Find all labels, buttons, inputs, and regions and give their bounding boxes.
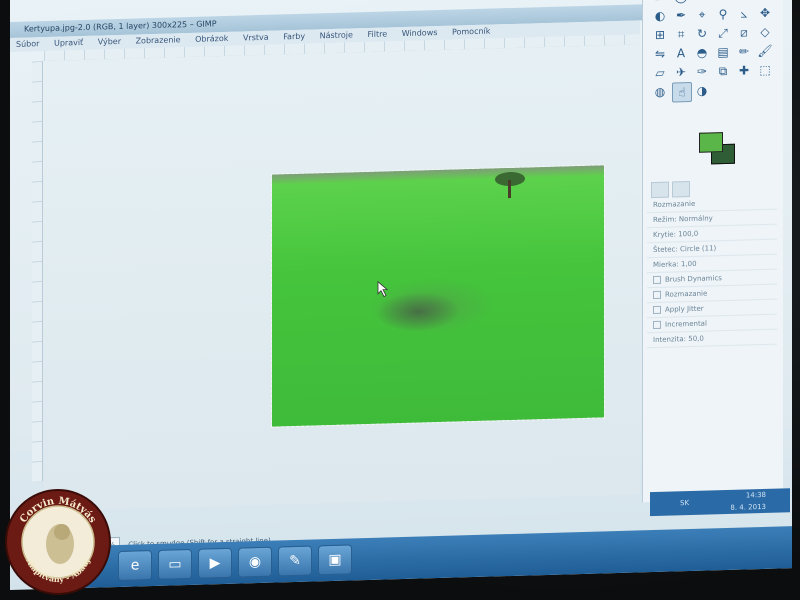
rate-value[interactable]: 50,0 [688, 335, 704, 343]
checkbox-3[interactable] [653, 305, 661, 315]
vertical-ruler[interactable] [32, 61, 43, 482]
image-canvas[interactable] [271, 164, 605, 428]
fg-bg-colors[interactable] [695, 132, 735, 169]
tab-device-status[interactable] [672, 181, 690, 198]
smudge-icon[interactable]: ☝ [672, 81, 692, 103]
firefox-icon[interactable]: ◉ [238, 546, 272, 578]
gimp-window-icon[interactable]: ▣ [318, 544, 352, 576]
check-label-1: Brush Dynamics [665, 274, 722, 284]
checkbox-4[interactable] [653, 320, 661, 330]
color-select-icon[interactable]: ◈ [735, 0, 753, 4]
checkbox-1[interactable] [653, 275, 661, 285]
ellipse-select-icon[interactable]: ◯ [672, 0, 690, 6]
cursor-icon [377, 280, 389, 298]
brush-value[interactable]: Circle (11) [680, 244, 716, 253]
rect-select-icon[interactable]: ▭ [651, 0, 669, 6]
menu-edit[interactable]: Upraviť [48, 36, 89, 51]
text-icon[interactable]: A [672, 44, 690, 63]
lasso-icon[interactable]: ℓ [693, 0, 711, 5]
check-label-3: Apply Jitter [665, 304, 704, 314]
tray-date: 8. 4. 2013 [730, 502, 766, 512]
scale-value[interactable]: 1,00 [681, 260, 697, 268]
foreground-select-icon[interactable]: ◐ [651, 7, 669, 26]
tool-grid: ▭◯ℓ✦◈✂ ◐✒⌖⚲⦣✥ ⊞⌗↻⤢⧄◇ ⇋A◓▤✏🖌 ▱✈✑⧉✚⬚ ◍☝◑ [651, 0, 775, 103]
tab-tool-options[interactable] [651, 181, 669, 199]
toolbox-panel: ▭◯ℓ✦◈✂ ◐✒⌖⚲⦣✥ ⊞⌗↻⤢⧄◇ ⇋A◓▤✏🖌 ▱✈✑⧉✚⬚ ◍☝◑ Rozmaz… [642, 0, 783, 503]
watermark-logo: Corvin Mátyás Alapítvány - Abaúj [5, 489, 111, 595]
blur-icon[interactable]: ◍ [651, 83, 669, 102]
menu-filters[interactable]: Filtre [362, 27, 394, 42]
ie-icon[interactable]: e [118, 550, 152, 581]
heal-icon[interactable]: ✚ [735, 61, 753, 80]
perspective-icon[interactable]: ◇ [756, 23, 774, 42]
flip-icon[interactable]: ⇋ [651, 45, 669, 64]
tree-image [495, 172, 525, 199]
tray-clock[interactable]: 14:38 8. 4. 2013 [730, 489, 766, 514]
align-icon[interactable]: ⊞ [651, 26, 669, 45]
crop-icon[interactable]: ⌗ [672, 25, 690, 44]
canvas-area[interactable] [44, 44, 640, 512]
opacity-value[interactable]: 100,0 [678, 230, 698, 239]
menu-image[interactable]: Obrázok [189, 32, 234, 47]
rotate-icon[interactable]: ↻ [693, 24, 711, 43]
menu-colors[interactable]: Farby [277, 30, 311, 45]
gimp-icon[interactable]: ✎ [278, 545, 312, 577]
menu-tools[interactable]: Nástroje [314, 28, 359, 43]
rate-row: Intenzita: 50,0 [647, 329, 777, 349]
airbrush-icon[interactable]: ✈ [672, 63, 690, 82]
checkbox-2[interactable] [653, 290, 661, 300]
folder-icon[interactable]: ▭ [158, 548, 192, 580]
opacity-label: Krytie: [653, 230, 676, 240]
check-label-2: Rozmazanie [665, 289, 708, 299]
menu-file[interactable]: Súbor [10, 37, 45, 52]
menu-layer[interactable]: Vrstva [237, 31, 275, 46]
ink-icon[interactable]: ✑ [693, 62, 711, 81]
brush-label: Štetec: [653, 245, 678, 255]
menu-windows[interactable]: Windows [396, 26, 444, 41]
image-horizon [272, 165, 604, 185]
menu-help[interactable]: Pomocník [446, 24, 496, 39]
color-picker-icon[interactable]: ⌖ [693, 5, 711, 24]
check-label-4: Incremental [665, 319, 707, 329]
brush-icon[interactable]: 🖌 [756, 42, 774, 61]
scissors-icon[interactable]: ✂ [756, 0, 774, 3]
fuzzy-select-icon[interactable]: ✦ [714, 0, 732, 4]
shear-icon[interactable]: ⧄ [735, 23, 753, 42]
scale-label: Mierka: [653, 260, 679, 270]
clone-icon[interactable]: ⧉ [714, 62, 732, 81]
mode-select[interactable]: Normálny [679, 214, 713, 223]
move-icon[interactable]: ✥ [756, 4, 774, 23]
scale-icon[interactable]: ⤢ [714, 24, 732, 43]
tool-options: Rozmazanie Režim: Normálny Krytie: 100,0… [647, 179, 777, 383]
zoom-icon[interactable]: ⚲ [714, 5, 732, 24]
measure-icon[interactable]: ⦣ [735, 4, 753, 23]
foreground-color-swatch[interactable] [699, 132, 723, 153]
perspective-clone-icon[interactable]: ⬚ [756, 61, 774, 80]
mode-label: Režim: [653, 215, 677, 225]
eraser-icon[interactable]: ▱ [651, 64, 669, 83]
dodge-icon[interactable]: ◑ [693, 81, 711, 100]
paths-icon[interactable]: ✒ [672, 6, 690, 25]
monitor-frame: Kertyupa.jpg-2.0 (RGB, 1 layer) 300x225 … [0, 0, 800, 600]
blend-icon[interactable]: ▤ [714, 43, 732, 62]
system-tray: SK 14:38 8. 4. 2013 [650, 488, 790, 517]
media-player-icon[interactable]: ▶ [198, 547, 232, 579]
rate-label: Intenzita: [653, 335, 687, 345]
tray-time: 14:38 [745, 490, 766, 500]
bucket-icon[interactable]: ◓ [693, 43, 711, 62]
menu-select[interactable]: Výber [92, 35, 127, 50]
tray-lang[interactable]: SK [680, 497, 689, 509]
pencil-icon[interactable]: ✏ [735, 42, 753, 61]
screen: Kertyupa.jpg-2.0 (RGB, 1 layer) 300x225 … [10, 0, 792, 591]
